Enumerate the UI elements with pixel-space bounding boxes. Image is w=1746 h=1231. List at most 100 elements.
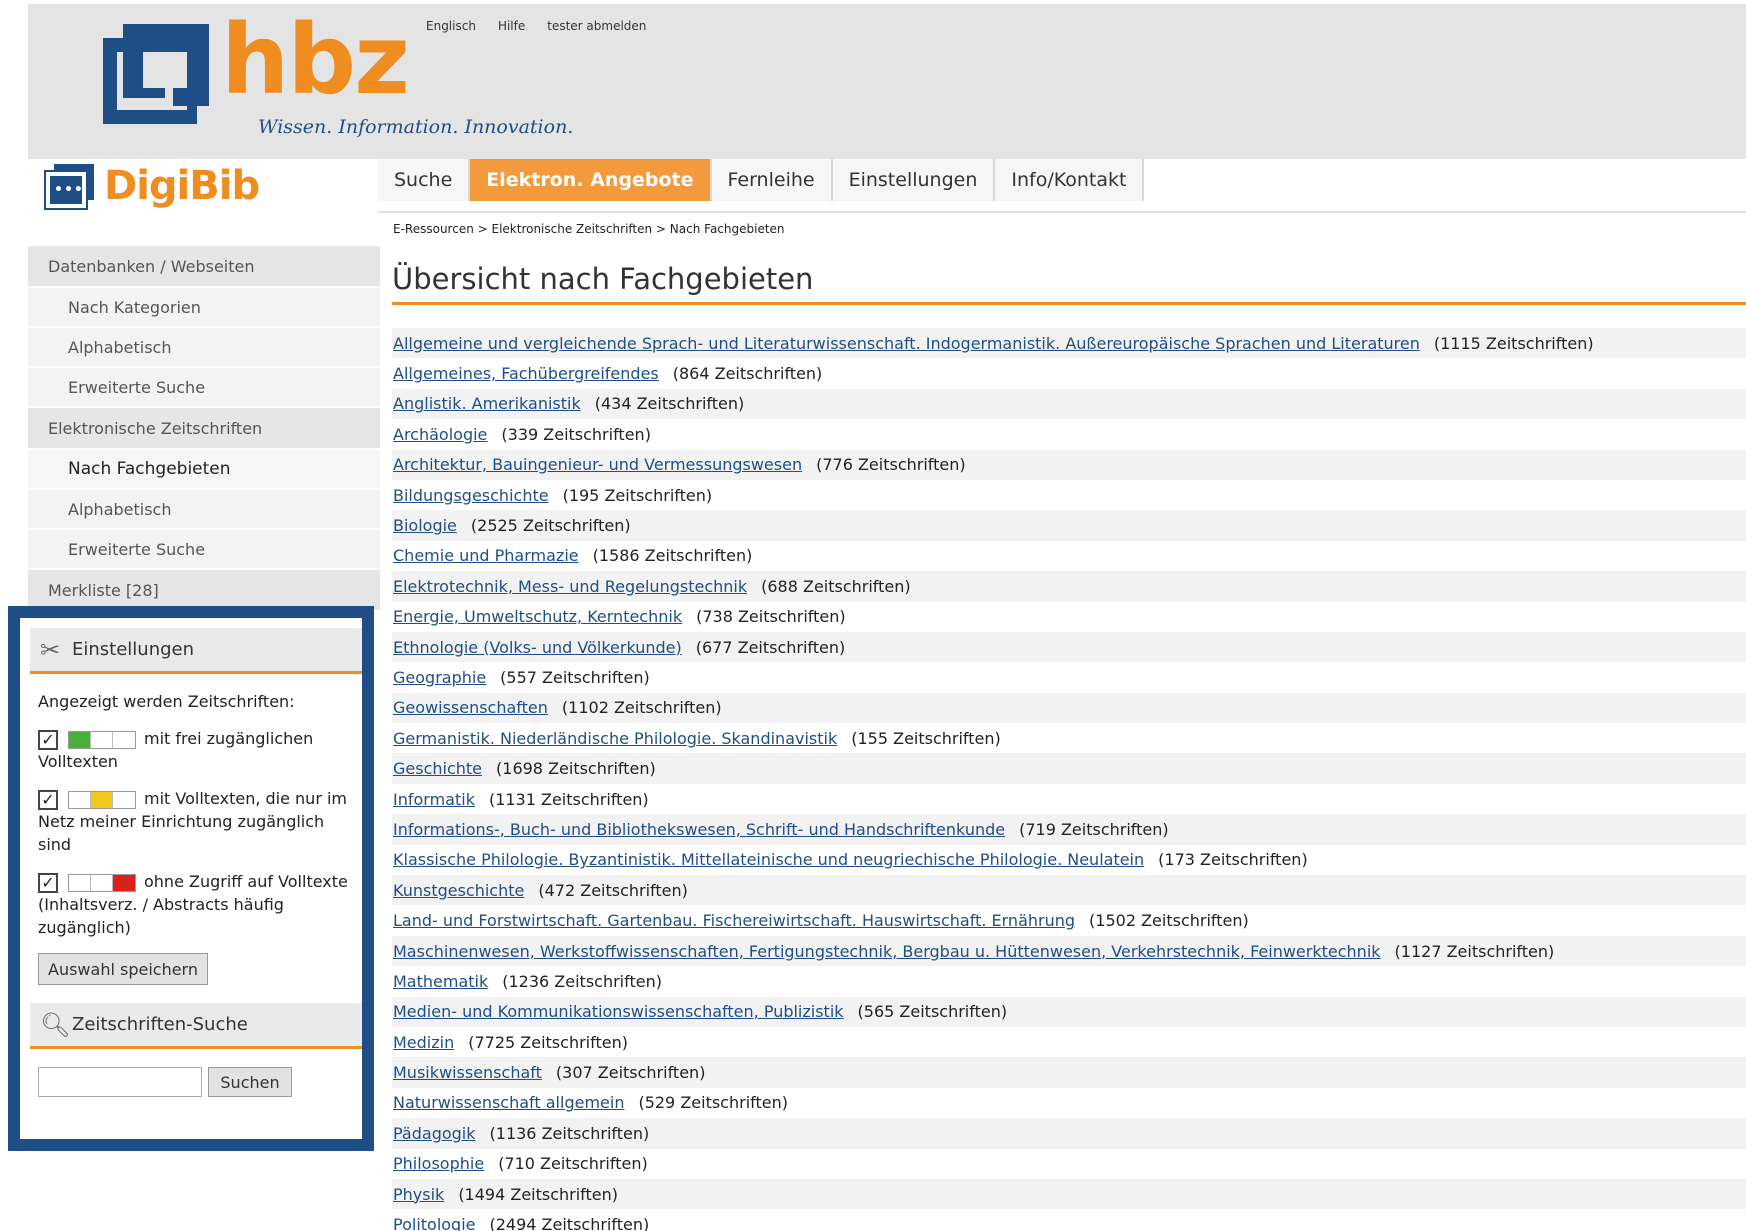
sidebar-item-alphabetisch-db[interactable]: Alphabetisch — [28, 328, 380, 366]
subject-count: (2494 Zeitschriften) — [489, 1215, 650, 1231]
subject-link[interactable]: Naturwissenschaft allgemein — [393, 1093, 624, 1112]
journal-search-title: Zeitschriften-Suche — [72, 1014, 248, 1035]
option-no-access: ✓ ohne Zugriff auf Volltexte (Inhaltsverz… — [38, 870, 354, 939]
tab-elektron-angebote[interactable]: Elektron. Angebote — [470, 159, 712, 201]
subject-link[interactable]: Geowissenschaften — [393, 698, 548, 717]
list-item: Allgemeine und vergleichende Sprach- und… — [392, 328, 1746, 359]
subject-link[interactable]: Informatik — [393, 790, 475, 809]
list-item: Elektrotechnik, Mess- und Regelungstechn… — [392, 571, 1746, 602]
title-underline — [392, 302, 1746, 305]
traffic-light-green-icon — [68, 730, 136, 749]
nav-divider — [378, 211, 1746, 213]
subject-count: (738 Zeitschriften) — [696, 607, 846, 627]
subject-link[interactable]: Allgemeines, Fachübergreifendes — [393, 364, 659, 383]
subject-link[interactable]: Bildungsgeschichte — [393, 486, 549, 505]
tools-icon: ✂ — [40, 635, 61, 664]
list-item: Philosophie (710 Zeitschriften) — [392, 1149, 1746, 1179]
list-item: Maschinenwesen, Werkstoffwissenschaften,… — [392, 935, 1746, 967]
list-item: Anglistik. Amerikanistik (434 Zeitschrift… — [392, 388, 1746, 420]
subject-count: (1236 Zeitschriften) — [502, 971, 662, 991]
list-item: Archäologie (339 Zeitschriften) — [392, 419, 1746, 449]
subject-link[interactable]: Architektur, Bauingenieur- und Vermessun… — [393, 455, 802, 474]
checkbox-free-access[interactable]: ✓ — [38, 729, 58, 750]
subject-count: (1127 Zeitschriften) — [1394, 941, 1555, 961]
subject-link[interactable]: Politologie — [393, 1215, 476, 1231]
sidebar-item-erweiterte-suche-db[interactable]: Erweiterte Suche — [28, 368, 380, 406]
list-item: Germanistik. Niederländische Philologie.… — [392, 723, 1746, 753]
subject-count: (173 Zeitschriften) — [1158, 850, 1308, 870]
subject-link[interactable]: Elektrotechnik, Mess- und Regelungstechn… — [393, 577, 747, 596]
list-item: Informatik (1131 Zeitschriften) — [392, 784, 1746, 814]
subject-link[interactable]: Philosophie — [393, 1154, 484, 1173]
journal-search-button[interactable]: Suchen — [208, 1067, 292, 1097]
journal-search-header: 🔍︎ Zeitschriften-Suche — [30, 1003, 362, 1049]
subject-link[interactable]: Musikwissenschaft — [393, 1063, 542, 1082]
subject-link[interactable]: Geographie — [393, 668, 486, 687]
option-institution-access: ✓ mit Volltexten, die nur im Netz meiner … — [38, 787, 354, 856]
subject-link[interactable]: Pädagogik — [393, 1124, 476, 1143]
sidebar-item-erweiterte-suche-ez[interactable]: Erweiterte Suche — [28, 530, 380, 568]
digibib-logo: ••• DigiBib — [44, 160, 260, 212]
list-item: Informations-, Buch- und Bibliothekswese… — [392, 814, 1746, 845]
tab-fernleihe[interactable]: Fernleihe — [711, 159, 833, 201]
sidebar-item-nach-fachgebieten[interactable]: Nach Fachgebieten — [28, 450, 380, 488]
list-item: Chemie und Pharmazie (1586 Zeitschriften) — [392, 541, 1746, 571]
subject-link[interactable]: Biologie — [393, 516, 457, 535]
subject-link[interactable]: Klassische Philologie. Byzantinistik. Mi… — [393, 850, 1144, 869]
list-item: Geschichte (1698 Zeitschriften) — [392, 753, 1746, 784]
settings-title: Einstellungen — [72, 639, 195, 660]
save-selection-button[interactable]: Auswahl speichern — [38, 953, 208, 985]
tab-info-kontakt[interactable]: Info/Kontakt — [995, 159, 1145, 201]
sidebar-item-alphabetisch-ez[interactable]: Alphabetisch — [28, 490, 380, 528]
hbz-logo: hbz Wissen. Information. Innovation. — [103, 12, 573, 144]
subject-link[interactable]: Energie, Umweltschutz, Kerntechnik — [393, 607, 682, 626]
checkbox-institution-access[interactable]: ✓ — [38, 789, 58, 810]
subject-link[interactable]: Anglistik. Amerikanistik — [393, 394, 581, 413]
list-item: Musikwissenschaft (307 Zeitschriften) — [392, 1057, 1746, 1088]
logo-frame-front — [103, 38, 197, 124]
subject-link[interactable]: Archäologie — [393, 425, 487, 444]
sidebar-item-merkliste[interactable]: Merkliste [28] — [28, 570, 380, 610]
list-item: Klassische Philologie. Byzantinistik. Mi… — [392, 845, 1746, 875]
subject-link[interactable]: Germanistik. Niederländische Philologie.… — [393, 729, 837, 748]
sidebar-section-zeitschriften[interactable]: Elektronische Zeitschriften — [28, 408, 380, 448]
subject-count: (529 Zeitschriften) — [638, 1093, 788, 1113]
magnifier-icon: 🔍︎ — [40, 1010, 71, 1039]
subject-link[interactable]: Geschichte — [393, 759, 482, 778]
subject-list: Allgemeine und vergleichende Sprach- und… — [392, 328, 1746, 1231]
top-links: Englisch Hilfe tester abmelden — [426, 19, 646, 33]
subject-link[interactable]: Allgemeine und vergleichende Sprach- und… — [393, 334, 1420, 353]
subject-link[interactable]: Kunstgeschichte — [393, 881, 524, 900]
sidebar-section-datenbanken[interactable]: Datenbanken / Webseiten — [28, 246, 380, 286]
settings-panel: ✂ Einstellungen Angezeigt werden Zeitsch… — [8, 606, 374, 1151]
subject-count: (307 Zeitschriften) — [555, 1063, 706, 1083]
digibib-icon: ••• — [44, 164, 94, 210]
subject-link[interactable]: Mathematik — [393, 972, 488, 991]
subject-link[interactable]: Medizin — [393, 1033, 454, 1052]
subject-link[interactable]: Informations-, Buch- und Bibliothekswese… — [393, 820, 1005, 839]
subject-link[interactable]: Physik — [393, 1185, 444, 1204]
language-link[interactable]: Englisch — [426, 19, 476, 33]
journal-search-input[interactable] — [38, 1067, 202, 1097]
subject-count: (1131 Zeitschriften) — [488, 789, 649, 809]
subject-link[interactable]: Land- und Forstwirtschaft. Gartenbau. Fi… — [393, 911, 1075, 930]
tab-einstellungen[interactable]: Einstellungen — [832, 159, 996, 201]
help-link[interactable]: Hilfe — [498, 19, 525, 33]
checkbox-no-access[interactable]: ✓ — [38, 872, 58, 893]
sidebar-item-nach-kategorien[interactable]: Nach Kategorien — [28, 288, 380, 326]
subject-link[interactable]: Chemie und Pharmazie — [393, 546, 579, 565]
subject-link[interactable]: Maschinenwesen, Werkstoffwissenschaften,… — [393, 942, 1381, 961]
subject-count: (776 Zeitschriften) — [816, 455, 966, 475]
subject-count: (1698 Zeitschriften) — [496, 759, 656, 779]
app-name: DigiBib — [104, 163, 260, 209]
list-item: Geowissenschaften (1102 Zeitschriften) — [392, 692, 1746, 724]
subject-link[interactable]: Ethnologie (Volks- und Völkerkunde) — [393, 638, 682, 657]
subject-link[interactable]: Medien- und Kommunikationswissenschaften… — [393, 1002, 844, 1021]
logout-link[interactable]: tester abmelden — [547, 19, 646, 33]
subject-count: (565 Zeitschriften) — [857, 1002, 1008, 1022]
subject-count: (864 Zeitschriften) — [672, 364, 823, 384]
settings-header: ✂ Einstellungen — [30, 628, 362, 674]
subject-count: (710 Zeitschriften) — [498, 1154, 648, 1174]
tab-suche[interactable]: Suche — [378, 159, 471, 201]
list-item: Naturwissenschaft allgemein (529 Zeitschr… — [392, 1088, 1746, 1118]
